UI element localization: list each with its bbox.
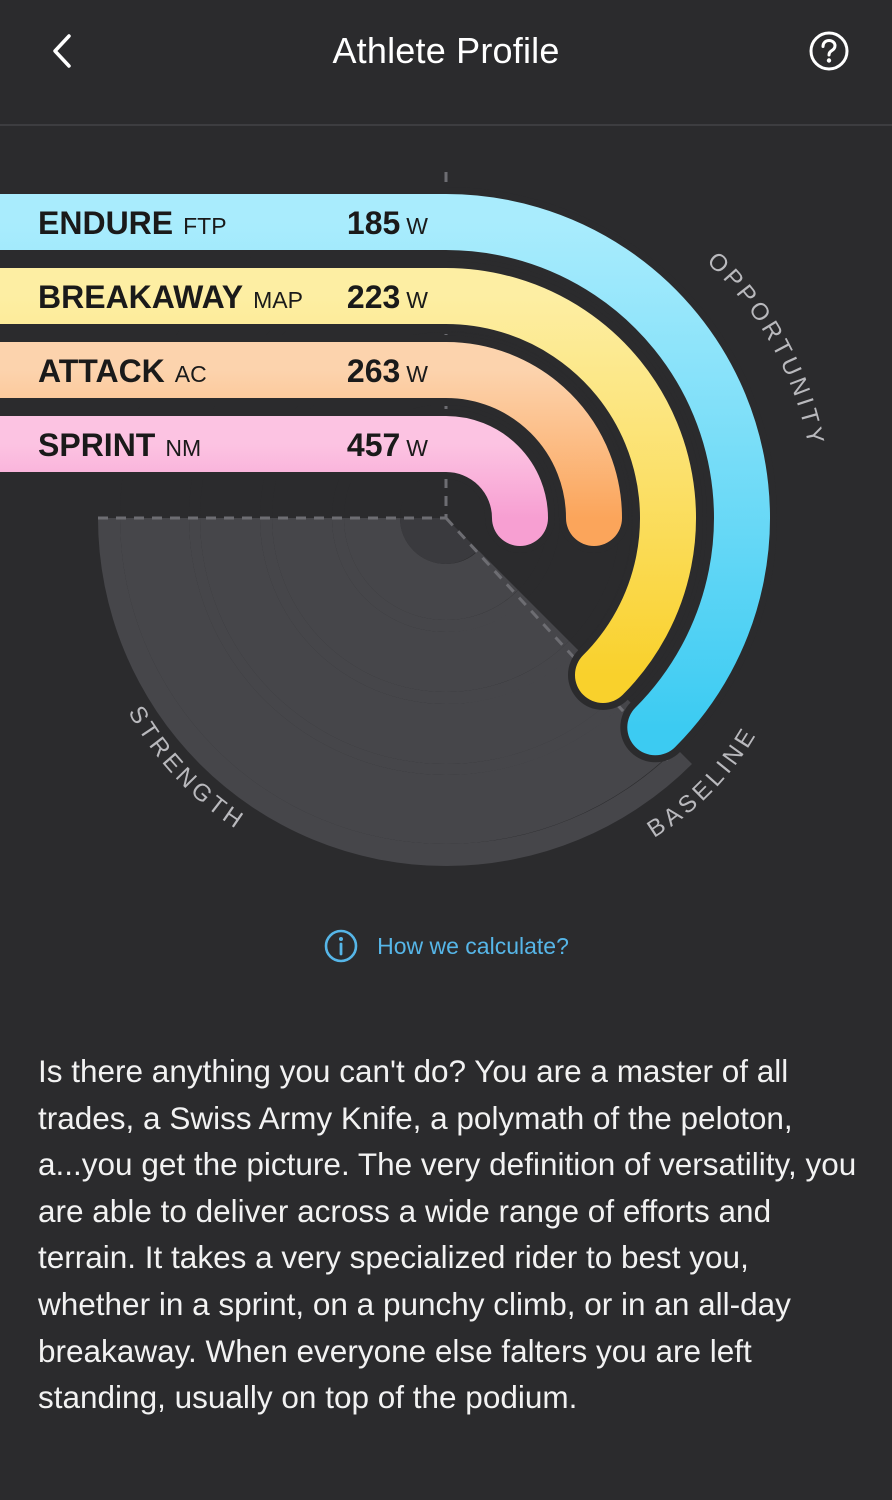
how-we-calculate-label: How we calculate?: [377, 932, 569, 959]
header-divider: [0, 124, 892, 126]
profile-description: Is there anything you can't do? You are …: [38, 1053, 857, 1416]
info-circle-icon: [324, 929, 358, 963]
page-title: Athlete Profile: [332, 30, 560, 71]
athlete-profile-chart: ENDURE FTP 185 WBREAKAWAY MAP 223 WATTACK AC 263…: [0, 172, 826, 866]
how-we-calculate-link[interactable]: How we calculate?: [0, 926, 892, 966]
top-bar: Athlete Profile: [0, 0, 892, 126]
help-button[interactable]: [806, 28, 852, 74]
question-circle-icon: [809, 31, 849, 71]
